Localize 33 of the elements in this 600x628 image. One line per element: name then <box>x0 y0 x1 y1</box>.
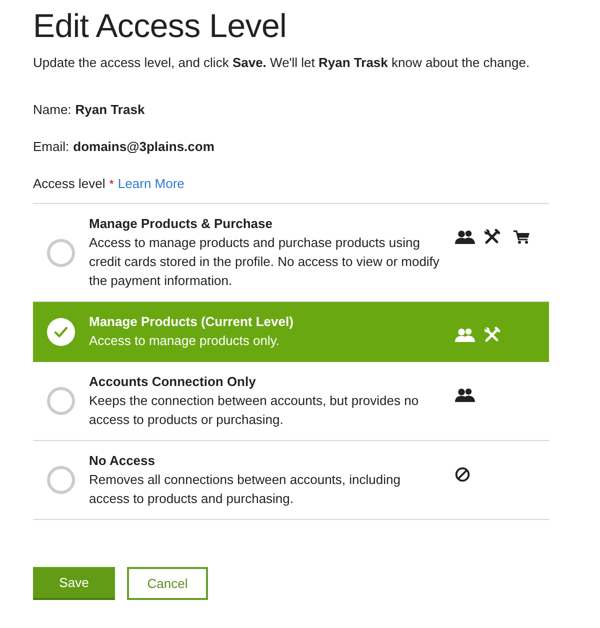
tools-icon <box>484 229 500 245</box>
field-value: domains@3plains.com <box>73 139 214 155</box>
no-access-icon <box>455 466 470 482</box>
tools-icon <box>484 327 500 343</box>
people-icon <box>455 388 475 402</box>
option-title: No Access <box>89 452 156 470</box>
page-title: Edit Access Level <box>33 6 288 46</box>
learn-more-link[interactable]: Learn More <box>118 176 184 192</box>
people-icon <box>455 230 475 244</box>
access-option[interactable]: Manage Products (Current Level) Access to manage products only. <box>33 302 549 362</box>
save-button[interactable]: Save <box>33 567 115 600</box>
access-option[interactable]: Accounts Connection Only Keeps the connection between accounts, but provides no access to products or purchasing. <box>33 362 549 441</box>
option-title: Manage Products (Current Level) <box>89 313 294 331</box>
option-description: Keeps the connection between accounts, but provides no access to products or purchasing. <box>89 392 420 429</box>
option-description: Removes all connections between accounts, including access to products and purchasing. <box>89 471 402 508</box>
required-mark: * <box>109 176 114 192</box>
cart-icon <box>513 230 530 244</box>
option-title: Accounts Connection Only <box>89 373 257 391</box>
option-description: Access to manage products only. <box>89 332 281 350</box>
radio-icon[interactable] <box>47 238 75 266</box>
field-label: Email: <box>33 139 70 155</box>
field-value: Ryan Trask <box>75 102 145 118</box>
radio-icon[interactable] <box>47 466 75 494</box>
people-icon <box>455 328 475 342</box>
intro-text: Update the access level, and click Save. We'll let Ryan Trask know about the change. <box>33 55 531 71</box>
field-label: Access level <box>33 176 106 192</box>
option-title: Manage Products & Purchase <box>89 215 274 233</box>
access-option[interactable]: No Access Removes all connections between accounts, including access to products and purchasing. <box>33 441 549 520</box>
checked-radio-icon[interactable] <box>47 318 75 346</box>
field-label: Name: <box>33 102 72 118</box>
cancel-button[interactable]: Cancel <box>127 567 208 600</box>
radio-icon[interactable] <box>47 387 75 415</box>
option-description: Access to manage products and purchase products using credit cards stored in the profile. No access to view or modify the payment information. <box>89 234 440 290</box>
